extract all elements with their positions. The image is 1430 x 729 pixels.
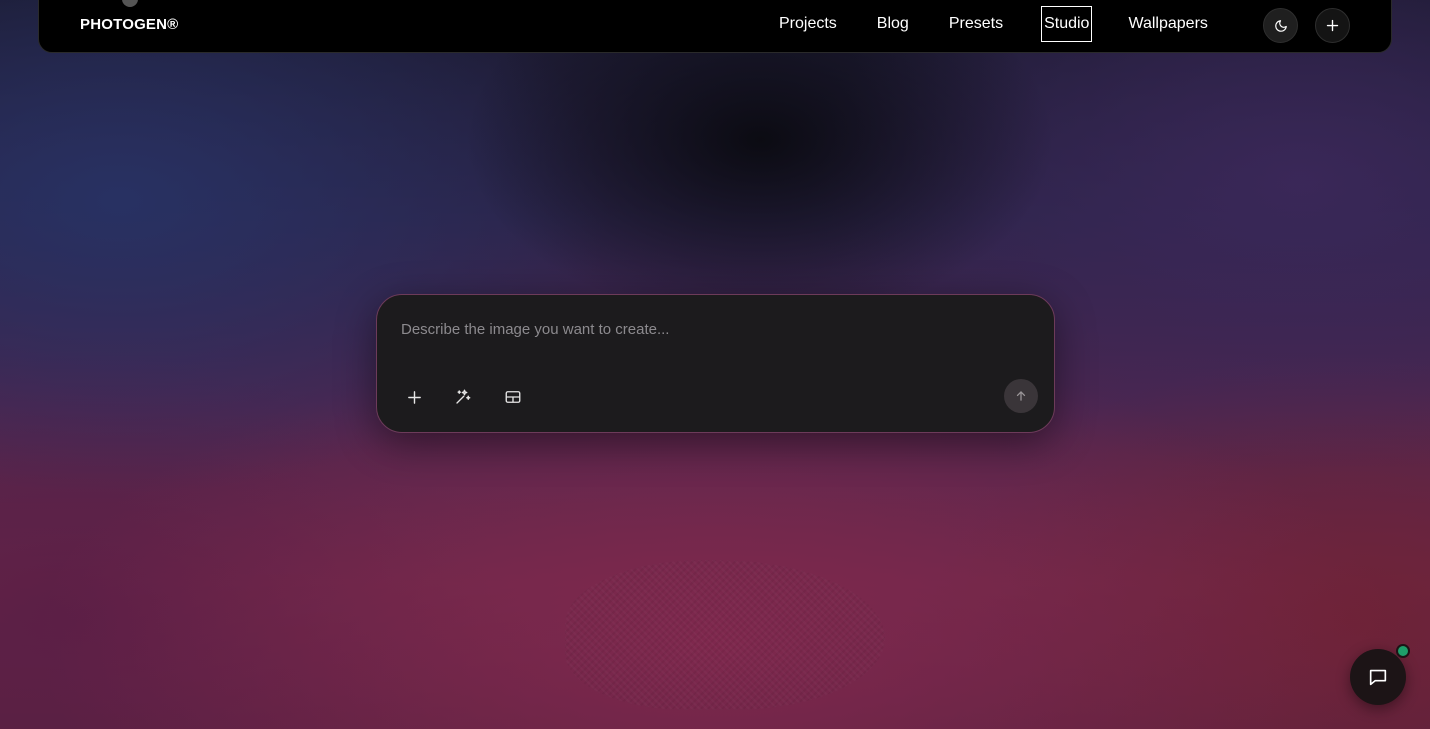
- nav-wallpapers[interactable]: Wallpapers: [1128, 8, 1207, 40]
- add-attachment-button[interactable]: [400, 383, 428, 411]
- chat-widget-button[interactable]: [1350, 649, 1406, 705]
- theme-toggle-button[interactable]: [1263, 8, 1298, 43]
- logo-dot: [122, 0, 138, 7]
- prompt-box: [376, 294, 1055, 433]
- add-button[interactable]: [1315, 8, 1350, 43]
- nav-studio[interactable]: Studio: [1041, 6, 1093, 42]
- main-nav: Projects Blog Presets Studio Wallpapers: [779, 6, 1248, 42]
- moon-icon: [1274, 19, 1287, 32]
- send-button[interactable]: [1004, 379, 1038, 413]
- sparkles-icon: [456, 389, 471, 404]
- enhance-prompt-button[interactable]: [449, 383, 477, 411]
- plus-icon: [1326, 19, 1339, 32]
- plus-icon: [407, 390, 421, 404]
- nav-presets[interactable]: Presets: [949, 8, 1003, 40]
- logo[interactable]: PHOTOGEN®: [80, 16, 178, 33]
- top-navbar: PHOTOGEN® Projects Blog Presets Studio W…: [38, 0, 1392, 53]
- online-status-dot: [1396, 644, 1410, 658]
- grid-icon: [505, 391, 521, 403]
- nav-projects[interactable]: Projects: [779, 8, 837, 40]
- arrow-up-icon: [1016, 391, 1026, 401]
- prompt-input[interactable]: [401, 317, 1021, 341]
- chat-bubble-icon: [1369, 669, 1387, 686]
- nav-blog[interactable]: Blog: [877, 8, 909, 40]
- aspect-ratio-button[interactable]: [499, 383, 527, 411]
